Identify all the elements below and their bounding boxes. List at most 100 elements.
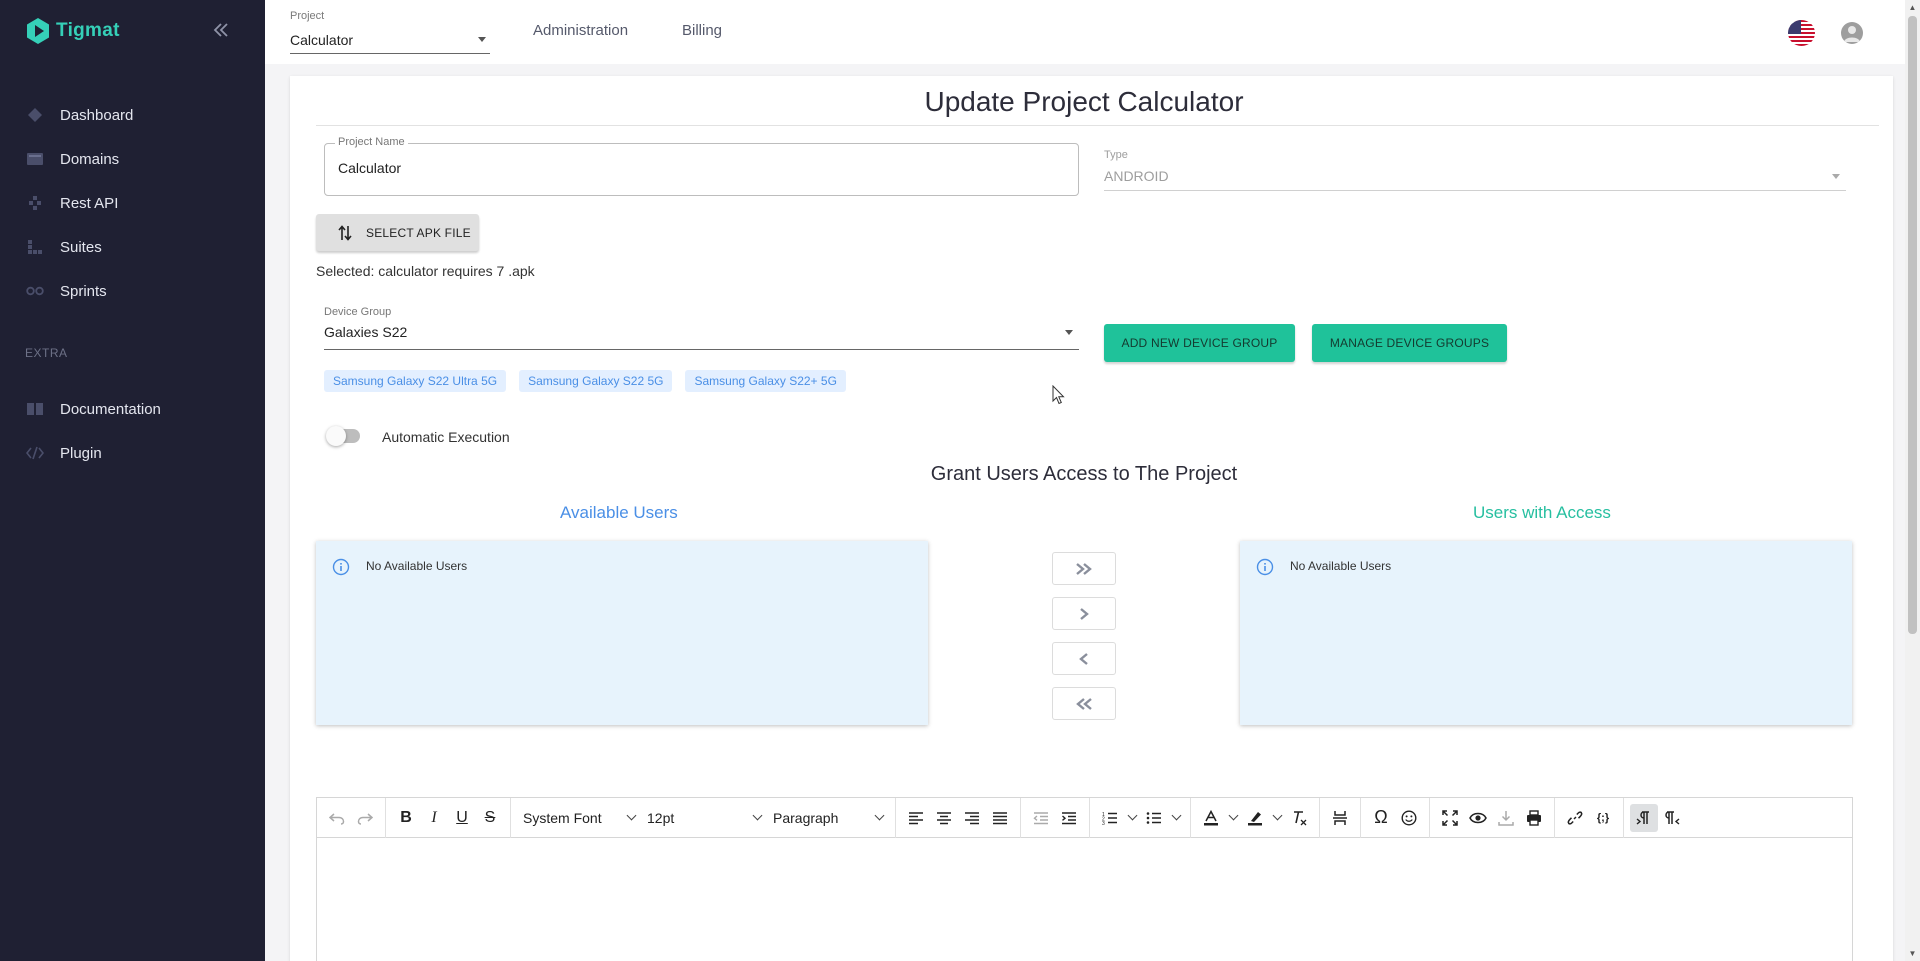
select-apk-file-button[interactable]: SELECT APK FILE bbox=[316, 214, 479, 251]
dashboard-icon bbox=[26, 106, 44, 124]
view-group bbox=[1430, 797, 1555, 838]
nav-link-administration[interactable]: Administration bbox=[533, 22, 628, 39]
caret-down-icon bbox=[1832, 174, 1840, 179]
preview-icon[interactable] bbox=[1464, 804, 1492, 832]
device-group-select[interactable]: Device Group Galaxies S22 bbox=[324, 306, 1079, 350]
brand[interactable]: Tigmat bbox=[26, 16, 120, 46]
font-size-select[interactable]: 12pt bbox=[641, 804, 767, 832]
project-select[interactable]: Project Calculator bbox=[290, 10, 490, 54]
highlight-color-icon[interactable] bbox=[1241, 804, 1269, 832]
add-new-device-group-button[interactable]: ADD NEW DEVICE GROUP bbox=[1104, 324, 1295, 362]
indent-icon[interactable] bbox=[1055, 804, 1083, 832]
code-sample-icon[interactable]: {;} bbox=[1589, 804, 1617, 832]
direction-group bbox=[1624, 798, 1692, 838]
automatic-execution-toggle[interactable] bbox=[326, 426, 360, 446]
align-right-icon[interactable] bbox=[958, 804, 986, 832]
user-avatar-icon[interactable] bbox=[1841, 22, 1863, 44]
save-icon[interactable] bbox=[1492, 804, 1520, 832]
page-title: Update Project Calculator bbox=[924, 86, 1244, 117]
align-center-icon[interactable] bbox=[930, 804, 958, 832]
special-character-icon[interactable]: Ω bbox=[1367, 804, 1395, 832]
double-chevron-left-icon bbox=[1076, 697, 1092, 710]
us-flag-icon[interactable] bbox=[1788, 20, 1815, 46]
chevron-left-icon bbox=[1079, 652, 1088, 665]
numbered-list-icon[interactable]: 123 bbox=[1096, 804, 1124, 832]
project-select-value: Calculator bbox=[290, 32, 354, 48]
scroll-down-arrow-icon[interactable]: ▼ bbox=[1905, 946, 1920, 961]
chevron-down-icon[interactable] bbox=[1225, 804, 1241, 832]
undo-icon[interactable] bbox=[323, 804, 351, 832]
sidebar-extra-nav: Documentation Plugin bbox=[0, 387, 265, 475]
toggle-knob bbox=[326, 426, 346, 446]
available-users-list[interactable]: No Available Users bbox=[316, 541, 928, 725]
chevron-down-icon[interactable] bbox=[1269, 804, 1285, 832]
editor-toolbar: B I U S System Font 12pt Paragraph 1 2 3… bbox=[317, 797, 1852, 838]
strikethrough-icon[interactable]: S bbox=[476, 804, 504, 832]
align-left-icon[interactable] bbox=[902, 804, 930, 832]
tigmat-logo-icon bbox=[27, 18, 49, 44]
font-family-select[interactable]: System Font bbox=[517, 804, 641, 832]
project-form-card: Update Project Calculator Project Name T… bbox=[290, 76, 1893, 961]
sidebar-section-label: EXTRA bbox=[25, 346, 68, 360]
manage-device-groups-button[interactable]: MANAGE DEVICE GROUPS bbox=[1312, 324, 1507, 362]
ltr-direction-icon[interactable] bbox=[1630, 803, 1658, 832]
fullscreen-icon[interactable] bbox=[1436, 804, 1464, 832]
project-name-input[interactable] bbox=[338, 160, 1058, 176]
device-chip[interactable]: Samsung Galaxy S22+ 5G bbox=[685, 370, 846, 392]
outdent-icon[interactable] bbox=[1027, 804, 1055, 832]
sidebar-item-dashboard[interactable]: Dashboard bbox=[0, 93, 265, 137]
device-group-value: Galaxies S22 bbox=[324, 324, 408, 340]
project-name-field[interactable]: Project Name bbox=[324, 136, 1079, 196]
move-right-button[interactable] bbox=[1052, 597, 1116, 630]
empty-state-text: No Available Users bbox=[1290, 559, 1392, 573]
sidebar-item-sprints[interactable]: Sprints bbox=[0, 269, 265, 313]
italic-icon[interactable]: I bbox=[420, 804, 448, 832]
align-justify-icon[interactable] bbox=[986, 804, 1014, 832]
device-chip[interactable]: Samsung Galaxy S22 5G bbox=[519, 370, 673, 392]
page-break-icon[interactable] bbox=[1326, 804, 1354, 832]
move-all-left-button[interactable] bbox=[1052, 687, 1116, 720]
bold-icon[interactable]: B bbox=[392, 804, 420, 832]
sidebar-item-documentation[interactable]: Documentation bbox=[0, 387, 265, 431]
sidebar-item-domains[interactable]: Domains bbox=[0, 137, 265, 181]
select-apk-file-label: SELECT APK FILE bbox=[366, 225, 471, 240]
block-format-select[interactable]: Paragraph bbox=[767, 804, 889, 832]
sidebar-item-label: Sprints bbox=[60, 282, 107, 300]
clear-formatting-icon[interactable] bbox=[1285, 804, 1313, 832]
rtl-direction-icon[interactable] bbox=[1658, 804, 1686, 832]
device-group-label: Device Group bbox=[324, 306, 392, 318]
underline-icon[interactable]: U bbox=[448, 804, 476, 832]
nav-link-billing[interactable]: Billing bbox=[682, 22, 722, 39]
indent-group bbox=[1021, 797, 1090, 838]
sidebar-item-label: Documentation bbox=[60, 400, 161, 418]
automatic-execution-label: Automatic Execution bbox=[382, 429, 510, 445]
move-all-right-button[interactable] bbox=[1052, 552, 1116, 585]
chevron-down-icon[interactable] bbox=[1168, 804, 1184, 832]
emoji-icon[interactable] bbox=[1395, 804, 1423, 832]
sidebar-item-rest-api[interactable]: Rest API bbox=[0, 181, 265, 225]
text-color-icon[interactable] bbox=[1197, 804, 1225, 832]
project-name-label: Project Name bbox=[335, 136, 408, 148]
font-group: System Font 12pt Paragraph bbox=[511, 797, 896, 838]
bullet-list-icon[interactable] bbox=[1140, 804, 1168, 832]
page-break-group bbox=[1320, 797, 1361, 838]
users-with-access-title: Users with Access bbox=[1473, 503, 1611, 522]
scroll-up-arrow-icon[interactable]: ▲ bbox=[1905, 0, 1920, 15]
users-with-access-list[interactable]: No Available Users bbox=[1240, 541, 1852, 725]
link-icon[interactable] bbox=[1561, 804, 1589, 832]
page-scrollbar[interactable]: ▲ ▼ bbox=[1905, 0, 1920, 961]
move-left-button[interactable] bbox=[1052, 642, 1116, 675]
device-chip[interactable]: Samsung Galaxy S22 Ultra 5G bbox=[324, 370, 507, 392]
sidebar-item-plugin[interactable]: Plugin bbox=[0, 431, 265, 475]
sidebar-item-suites[interactable]: Suites bbox=[0, 225, 265, 269]
domains-icon bbox=[26, 150, 44, 168]
device-chips: Samsung Galaxy S22 Ultra 5G Samsung Gala… bbox=[324, 370, 846, 392]
scroll-thumb[interactable] bbox=[1908, 16, 1917, 634]
print-icon[interactable] bbox=[1520, 804, 1548, 832]
redo-icon[interactable] bbox=[351, 804, 379, 832]
type-label: Type bbox=[1104, 149, 1128, 161]
collapse-sidebar-button[interactable] bbox=[208, 20, 234, 46]
chevron-down-icon[interactable] bbox=[1124, 804, 1140, 832]
format-group: B I U S bbox=[386, 797, 511, 838]
link-code-group: {;} bbox=[1555, 797, 1624, 838]
